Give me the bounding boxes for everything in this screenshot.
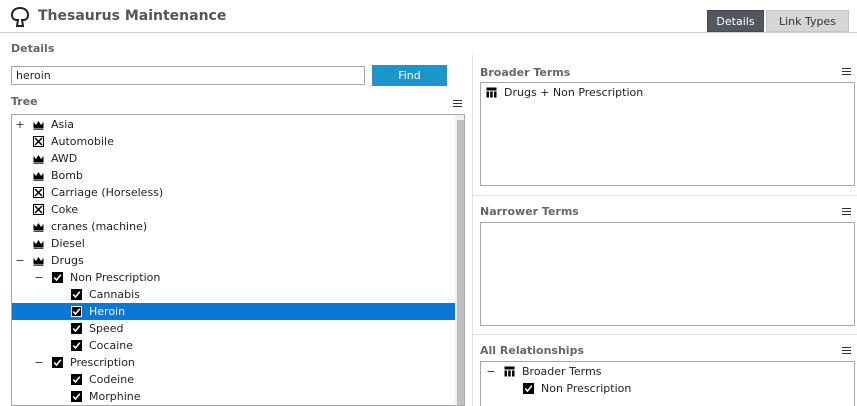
tree-heading: Tree bbox=[11, 95, 38, 108]
panel-divider bbox=[473, 195, 857, 196]
tree-node[interactable]: AWD bbox=[12, 150, 455, 167]
panel-divider bbox=[473, 334, 857, 335]
tree-node[interactable]: − Prescription bbox=[12, 354, 455, 371]
tree-scrollbar-thumb[interactable] bbox=[457, 120, 464, 405]
tree-node-label: Diesel bbox=[51, 237, 85, 250]
header-bar: Thesaurus Maintenance Details Link Types bbox=[0, 0, 857, 33]
tree-node[interactable]: Automobile bbox=[12, 133, 455, 150]
tree-node-label: Bomb bbox=[51, 169, 83, 182]
tree-node[interactable]: Heroin bbox=[12, 303, 455, 320]
checked-box-icon bbox=[523, 383, 534, 394]
tree-node[interactable]: Cannabis bbox=[12, 286, 455, 303]
tree-node-label: Speed bbox=[89, 322, 124, 335]
broader-term-label: Drugs + Non Prescription bbox=[504, 86, 644, 99]
crown-icon bbox=[33, 172, 44, 181]
all-relationships-tree[interactable]: − Broader Terms Non Prescription bbox=[480, 361, 855, 406]
tree-node[interactable]: Diesel bbox=[12, 235, 455, 252]
broader-terms-menu-icon[interactable] bbox=[842, 68, 851, 76]
tree-node-label: Asia bbox=[51, 118, 75, 131]
tree-node-label: Coke bbox=[51, 203, 79, 216]
unchecked-box-icon bbox=[33, 136, 44, 147]
all-relationships-heading: All Relationships bbox=[480, 344, 584, 357]
narrower-terms-heading: Narrower Terms bbox=[480, 205, 579, 218]
relationship-label: Broader Terms bbox=[522, 365, 602, 378]
tab-details[interactable]: Details bbox=[707, 10, 764, 32]
tree-node[interactable]: Carriage (Horseless) bbox=[12, 184, 455, 201]
tree-node[interactable]: + Asia bbox=[12, 116, 455, 133]
tree-node-label: Prescription bbox=[70, 356, 135, 369]
unchecked-box-icon bbox=[33, 204, 44, 215]
crown-icon bbox=[33, 240, 44, 249]
checked-box-icon bbox=[71, 340, 82, 351]
tree-node[interactable]: − Non Prescription bbox=[12, 269, 455, 286]
collapse-toggle[interactable]: − bbox=[34, 354, 44, 371]
tree-node-label: Carriage (Horseless) bbox=[51, 186, 164, 199]
crown-icon bbox=[33, 257, 44, 266]
tree-node-label: Cocaine bbox=[89, 339, 133, 352]
tree-node-label: Heroin bbox=[89, 305, 126, 318]
checked-box-icon bbox=[52, 272, 63, 283]
tree-node[interactable]: Speed bbox=[12, 320, 455, 337]
all-relationships-menu-icon[interactable] bbox=[842, 347, 851, 355]
tree-menu-icon[interactable] bbox=[453, 100, 462, 108]
crown-icon bbox=[33, 223, 44, 232]
tree-node-label: Morphine bbox=[89, 390, 141, 403]
tree-node[interactable]: Cocaine bbox=[12, 337, 455, 354]
checked-box-icon bbox=[71, 323, 82, 334]
tree-node[interactable]: Codeine bbox=[12, 371, 455, 388]
tree-node-label: Automobile bbox=[51, 135, 114, 148]
collapse-toggle[interactable]: − bbox=[15, 252, 25, 269]
tree-node[interactable]: − Drugs bbox=[12, 252, 455, 269]
tree-node-label: Drugs bbox=[51, 254, 84, 267]
narrower-terms-menu-icon[interactable] bbox=[842, 208, 851, 216]
tree-node-label: Cannabis bbox=[89, 288, 140, 301]
relationship-node[interactable]: Non Prescription bbox=[481, 380, 851, 397]
page-title: Thesaurus Maintenance bbox=[38, 8, 227, 24]
find-button[interactable]: Find bbox=[372, 65, 447, 86]
tree-logo-icon bbox=[10, 6, 30, 27]
checked-box-icon bbox=[71, 306, 82, 317]
broader-terms-list[interactable]: Drugs + Non Prescription bbox=[480, 82, 855, 186]
unchecked-box-icon bbox=[33, 187, 44, 198]
checked-box-icon bbox=[71, 374, 82, 385]
crown-icon bbox=[33, 155, 44, 164]
tree-node-label: cranes (machine) bbox=[51, 220, 148, 233]
checked-box-icon bbox=[71, 391, 82, 402]
tree-node-label: Non Prescription bbox=[70, 271, 161, 284]
hierarchy-icon bbox=[486, 87, 497, 98]
tree-node-label: Codeine bbox=[89, 373, 134, 386]
tab-link-types[interactable]: Link Types bbox=[766, 10, 849, 32]
relationship-node[interactable]: − Broader Terms bbox=[481, 363, 851, 380]
narrower-terms-list[interactable] bbox=[480, 222, 855, 326]
hierarchy-icon bbox=[504, 366, 515, 377]
tree-view[interactable]: + Asia Automobile AWD Bomb Carriage (Horseles… bbox=[11, 114, 465, 406]
checked-box-icon bbox=[52, 357, 63, 368]
tree-node[interactable]: cranes (machine) bbox=[12, 218, 455, 235]
checked-box-icon bbox=[71, 289, 82, 300]
crown-icon bbox=[33, 121, 44, 130]
column-divider bbox=[472, 55, 473, 406]
expand-toggle[interactable]: + bbox=[15, 116, 25, 133]
search-input[interactable] bbox=[11, 66, 365, 85]
tree-node-label: AWD bbox=[51, 152, 78, 165]
tree-node[interactable]: Bomb bbox=[12, 167, 455, 184]
tree-node[interactable]: Coke bbox=[12, 201, 455, 218]
tree-node[interactable]: Morphine bbox=[12, 388, 455, 405]
collapse-toggle[interactable]: − bbox=[486, 363, 496, 380]
broader-term-item[interactable]: Drugs + Non Prescription bbox=[481, 84, 851, 101]
broader-terms-heading: Broader Terms bbox=[480, 66, 571, 79]
details-heading: Details bbox=[11, 42, 55, 55]
relationship-label: Non Prescription bbox=[541, 382, 632, 395]
collapse-toggle[interactable]: − bbox=[34, 269, 44, 286]
